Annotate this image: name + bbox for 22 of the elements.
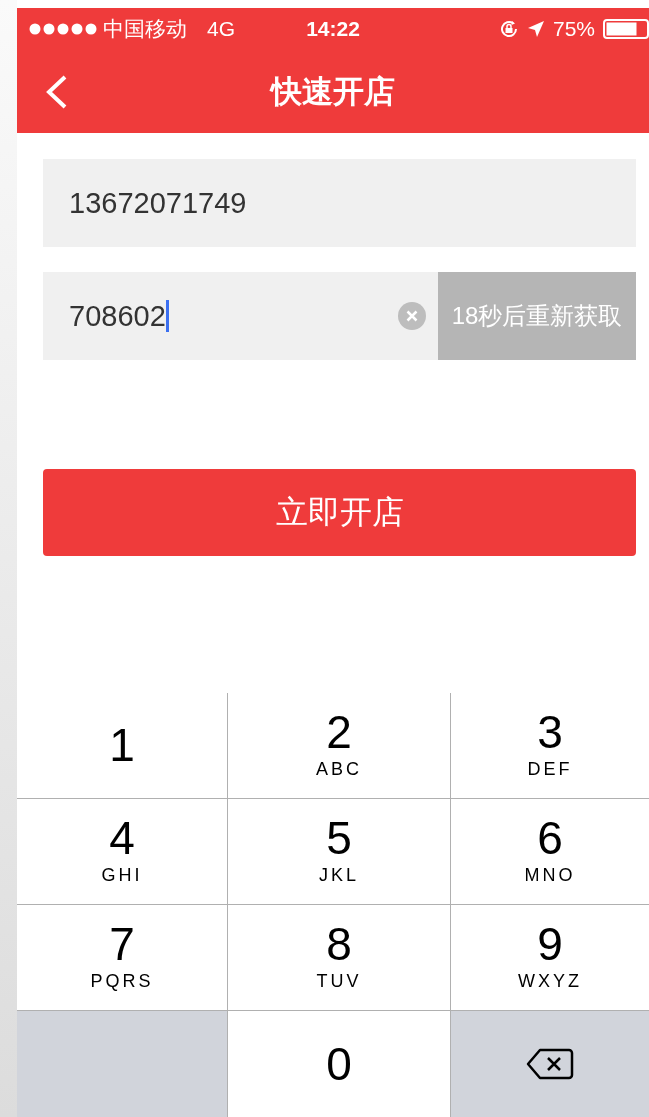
battery-percent: 75%	[552, 17, 595, 41]
keypad-key[interactable]: 8 TUV	[228, 905, 451, 1011]
text-cursor	[165, 300, 169, 332]
delete-key[interactable]	[451, 1011, 649, 1117]
location-arrow-icon	[526, 20, 545, 38]
keypad-key[interactable]: 5 JKL	[228, 799, 451, 905]
network-type: 4G	[207, 17, 235, 41]
keypad-key[interactable]: 4 GHI	[17, 799, 228, 905]
carrier-name: 中国移动	[103, 16, 187, 42]
backspace-icon	[526, 1046, 574, 1081]
battery-icon	[603, 19, 649, 39]
input-field[interactable]: 13672071749	[43, 159, 636, 247]
status-time: 14:22	[306, 17, 360, 41]
keypad-key[interactable]: 2 ABC	[228, 693, 451, 799]
rotation-lock-icon	[498, 19, 519, 39]
keypad-key[interactable]: 1	[17, 693, 228, 799]
input-field[interactable]: 708602	[43, 272, 438, 360]
signal-icon	[29, 23, 97, 35]
keypad-key[interactable]: 7 PQRS	[17, 905, 228, 1011]
clear-icon[interactable]	[398, 302, 426, 330]
open-shop-button[interactable]: 立即开店	[43, 469, 636, 556]
page-title: 快速开店	[271, 72, 395, 111]
